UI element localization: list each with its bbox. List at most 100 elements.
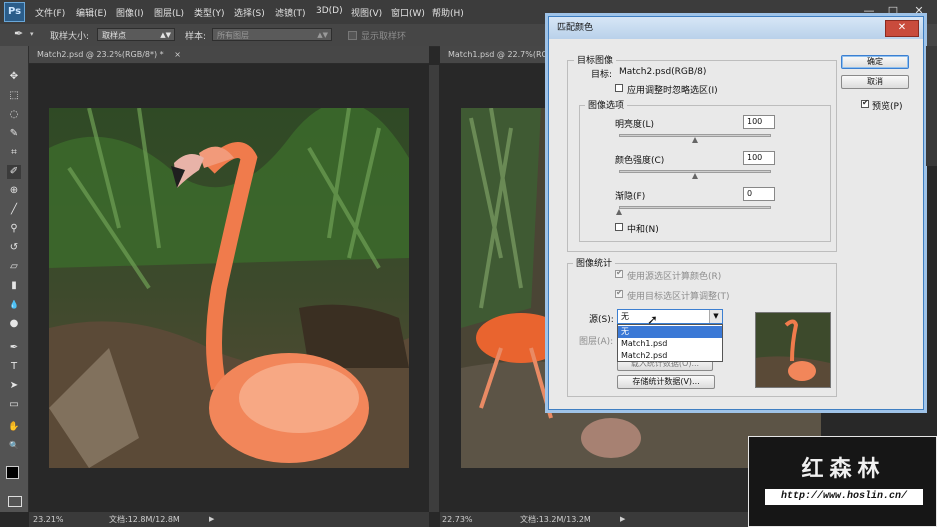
color-intensity-slider-thumb[interactable] [692, 173, 698, 179]
sample-label: 样本: [185, 32, 207, 42]
source-label: 源(S): [589, 315, 614, 325]
image-statistics-group-title: 图像统计 [573, 256, 616, 269]
gradient-icon[interactable]: ▮ [7, 279, 21, 293]
quick-select-icon[interactable]: ✎ [7, 127, 21, 141]
neutralize-label: 中和(N) [627, 225, 659, 235]
pane-divider [429, 65, 439, 512]
zoom-icon[interactable]: 🔍 [7, 439, 21, 453]
blur-icon[interactable]: 💧 [7, 298, 21, 312]
use-source-selection-label: 使用源选区计算颜色(R) [627, 272, 722, 282]
flamingo-image-match2[interactable] [49, 108, 409, 468]
eraser-icon[interactable]: ▱ [7, 260, 21, 274]
ok-button[interactable]: 确定 [841, 55, 909, 69]
source-dropdown-list: 无 Match1.psd Match2.psd [617, 324, 723, 362]
status-bar-left: 23.21% 文档:12.8M/12.8M ▶ [29, 512, 429, 527]
zoom-level[interactable]: 23.21% [33, 512, 64, 527]
document-tab-match2[interactable]: Match2.psd @ 23.2%(RGB/8*) * × [29, 46, 429, 64]
collapsed-panels-strip [926, 46, 937, 166]
foreground-color-swatch[interactable] [6, 466, 19, 479]
sample-size-select[interactable]: 取样点 ▲▼ [97, 28, 175, 41]
show-ring-checkbox[interactable] [348, 31, 357, 40]
move-icon[interactable]: ✥ [7, 70, 21, 84]
close-tab-icon[interactable]: × [174, 50, 181, 59]
ignore-selection-label: 应用调整时忽略选区(I) [627, 86, 718, 96]
eyedropper-icon[interactable]: ✒ [14, 27, 23, 40]
marquee-icon[interactable]: ⬚ [7, 89, 21, 103]
tools-panel: ✥ ⬚ ◌ ✎ ⌗ ✐ ⊕ ╱ ⚲ ↺ ▱ ▮ 💧 ● ✒ T ➤ ▭ ✋ 🔍 [0, 46, 29, 512]
luminance-input[interactable]: 100 [743, 115, 775, 129]
preview-checkbox[interactable] [861, 98, 869, 108]
stamp-icon[interactable]: ⚲ [7, 222, 21, 236]
tool-preset-chevron-icon[interactable]: ▾ [30, 30, 34, 38]
quick-mask-icon[interactable] [8, 496, 22, 507]
menu-view[interactable]: 视图(V) [351, 6, 382, 19]
status-menu-arrow-icon[interactable]: ▶ [209, 512, 214, 527]
lasso-icon[interactable]: ◌ [7, 108, 21, 122]
target-image-group-title: 目标图像 [574, 53, 617, 66]
source-option-none[interactable]: 无 [618, 326, 722, 338]
menu-select[interactable]: 选择(S) [234, 6, 265, 19]
target-label: 目标: [591, 70, 613, 80]
document-info: 文档:12.8M/12.8M [109, 515, 180, 524]
use-source-selection-checkbox[interactable] [615, 268, 623, 278]
hand-icon[interactable]: ✋ [7, 420, 21, 434]
watermark-title: 红森林 [801, 457, 886, 482]
match-color-dialog: 匹配颜色 ✕ 目标图像 目标: Match2.psd(RGB/8) 应用调整时忽… [548, 16, 924, 410]
menu-filter[interactable]: 滤镜(T) [275, 6, 306, 19]
dodge-icon[interactable]: ● [7, 317, 21, 331]
sample-size-label: 取样大小: [50, 32, 90, 42]
save-statistics-button[interactable]: 存储统计数据(V)... [617, 375, 715, 389]
fade-input[interactable]: 0 [743, 187, 775, 201]
menu-help[interactable]: 帮助(H) [432, 6, 464, 19]
eyedropper-tool-icon[interactable]: ✐ [7, 165, 21, 179]
luminance-slider-thumb[interactable] [692, 137, 698, 143]
watermark-url: http://www.hoslin.cn/ [765, 489, 923, 505]
fade-label: 渐隐(F) [615, 192, 646, 202]
menu-edit[interactable]: 编辑(E) [76, 6, 107, 19]
menu-type[interactable]: 类型(Y) [194, 6, 225, 19]
image-options-group-title: 图像选项 [585, 98, 628, 111]
show-ring-label: 显示取样环 [361, 32, 407, 42]
fade-slider[interactable] [619, 206, 771, 209]
source-option-match1[interactable]: Match1.psd [618, 338, 722, 350]
sample-select[interactable]: 所有图层 ▲▼ [212, 28, 332, 41]
path-select-icon[interactable]: ➤ [7, 379, 21, 393]
color-intensity-input[interactable]: 100 [743, 151, 775, 165]
pen-icon[interactable]: ✒ [7, 341, 21, 355]
crop-icon[interactable]: ⌗ [7, 146, 21, 160]
fade-slider-thumb[interactable] [616, 209, 622, 215]
source-thumbnail [755, 312, 831, 388]
neutralize-checkbox[interactable] [615, 223, 623, 231]
type-icon[interactable]: T [7, 360, 21, 374]
source-select[interactable]: 无 ▼ [617, 309, 723, 324]
dialog-close-button[interactable]: ✕ [885, 20, 919, 37]
history-brush-icon[interactable]: ↺ [7, 241, 21, 255]
chevron-down-icon: ▲▼ [317, 31, 328, 39]
shape-icon[interactable]: ▭ [7, 398, 21, 412]
mouse-cursor-icon: ➚ [647, 313, 658, 328]
use-target-selection-checkbox[interactable] [615, 288, 623, 298]
chevron-down-icon: ▲▼ [160, 31, 171, 39]
brush-icon[interactable]: ╱ [7, 203, 21, 217]
flamingo-photo [49, 108, 409, 468]
dialog-title: 匹配颜色 [549, 17, 923, 39]
menu-file[interactable]: 文件(F) [35, 6, 65, 19]
cancel-button[interactable]: 取消 [841, 75, 909, 89]
menu-window[interactable]: 窗口(W) [391, 6, 425, 19]
zoom-level[interactable]: 22.73% [442, 512, 473, 527]
luminance-label: 明亮度(L) [615, 120, 655, 130]
healing-icon[interactable]: ⊕ [7, 184, 21, 198]
target-value: Match2.psd(RGB/8) [619, 67, 707, 77]
status-menu-arrow-icon[interactable]: ▶ [620, 512, 625, 527]
color-intensity-label: 颜色强度(C) [615, 156, 665, 166]
source-option-match2[interactable]: Match2.psd [618, 350, 722, 362]
ignore-selection-checkbox[interactable] [615, 84, 623, 92]
menu-layer[interactable]: 图层(L) [154, 6, 184, 19]
use-target-selection-label: 使用目标选区计算调整(T) [627, 292, 730, 302]
layer-label: 图层(A): [579, 337, 614, 347]
photoshop-logo: Ps [4, 2, 25, 22]
menu-3d[interactable]: 3D(D) [316, 6, 343, 16]
thumbnail-photo [756, 313, 830, 387]
chevron-down-icon[interactable]: ▼ [709, 310, 722, 323]
menu-image[interactable]: 图像(I) [116, 6, 144, 19]
